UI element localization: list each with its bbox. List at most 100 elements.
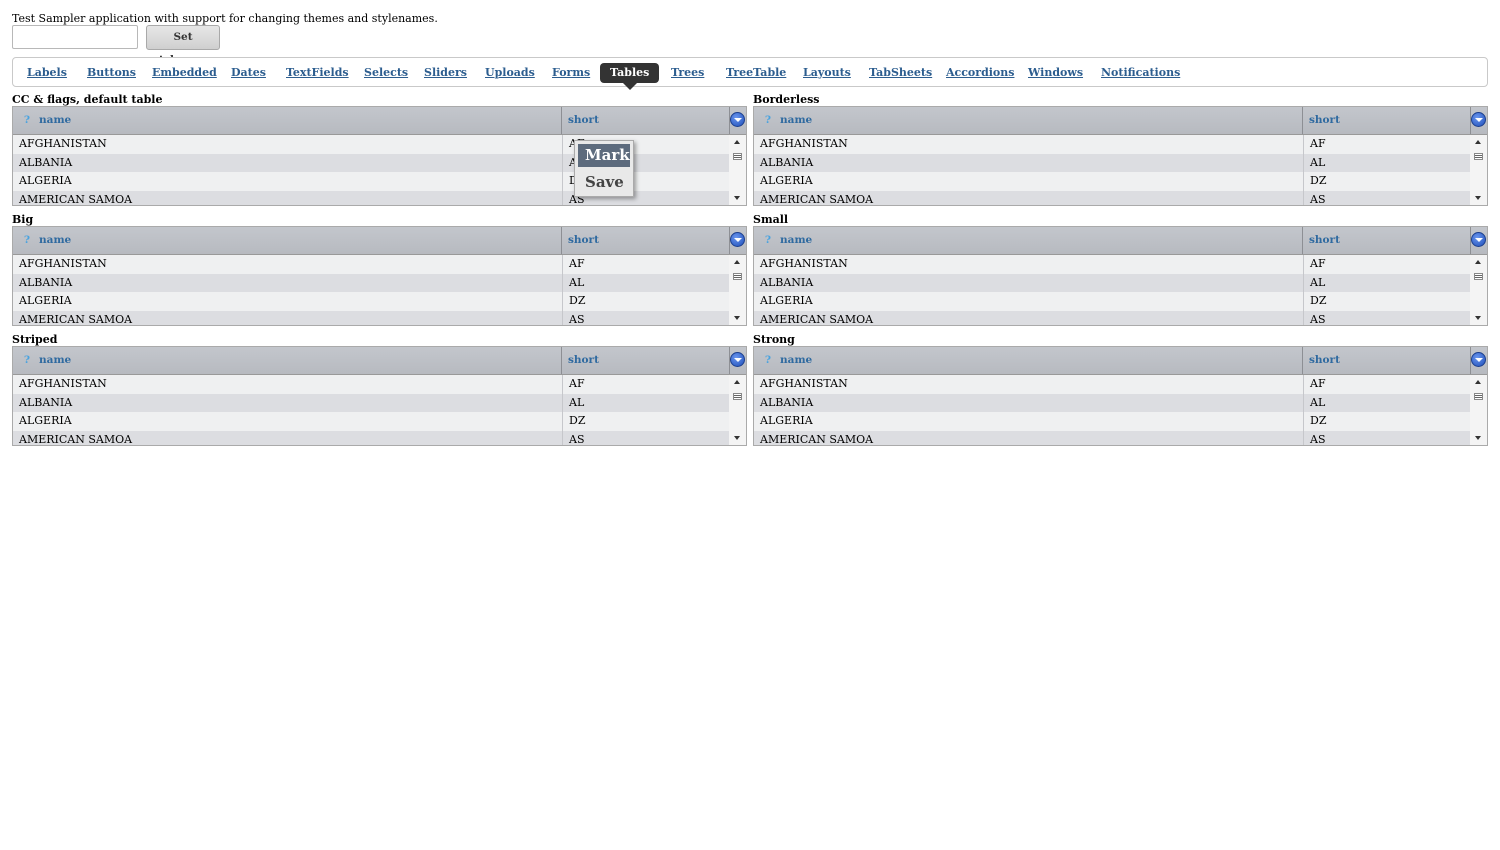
scroll-down-arrow-icon[interactable]: [1475, 316, 1481, 320]
context-menu-item-save[interactable]: Save: [578, 171, 630, 194]
scroll-up-arrow-icon[interactable]: [734, 260, 740, 264]
menu-item-dates[interactable]: Dates: [231, 66, 266, 79]
cell-name: AFGHANISTAN: [19, 377, 107, 390]
table-row[interactable]: AFGHANISTAN AF: [754, 135, 1470, 154]
stylename-input[interactable]: [12, 25, 138, 49]
cell-name: ALGERIA: [19, 414, 72, 427]
scroll-down-arrow-icon[interactable]: [734, 436, 740, 440]
menu-item-textfields[interactable]: TextFields: [286, 66, 349, 79]
cell-name: ALBANIA: [760, 275, 814, 289]
column-header-short[interactable]: short: [562, 347, 730, 374]
table-row[interactable]: ALGERIA DZ: [754, 292, 1470, 311]
column-header-short[interactable]: short: [1303, 347, 1471, 374]
column-header-name[interactable]: ? name: [754, 107, 1303, 134]
table-row[interactable]: AMERICAN SAMOA AS: [754, 310, 1470, 325]
column-header-name[interactable]: ? name: [754, 227, 1303, 254]
menu-item-buttons[interactable]: Buttons: [87, 66, 136, 79]
table-row[interactable]: AFGHANISTAN AF: [13, 375, 729, 394]
context-menu-item-mark[interactable]: Mark: [578, 144, 630, 167]
cell-name: ALGERIA: [19, 174, 72, 187]
column-header-short[interactable]: short: [1303, 107, 1471, 134]
menu-item-uploads[interactable]: Uploads: [485, 66, 535, 79]
column-selector-icon[interactable]: [1471, 232, 1486, 247]
menu-item-accordions[interactable]: Accordions: [946, 66, 1014, 79]
table-row[interactable]: AFGHANISTAN AF: [13, 255, 729, 274]
scroll-down-arrow-icon[interactable]: [1475, 436, 1481, 440]
scroll-down-arrow-icon[interactable]: [1475, 196, 1481, 200]
table-row[interactable]: AMERICAN SAMOA AS: [13, 430, 729, 446]
column-selector-icon[interactable]: [730, 232, 745, 247]
table-strong[interactable]: ? name short AFGHANISTAN AF ALBANIA AL ALGE…: [753, 346, 1488, 446]
table-row[interactable]: AFGHANISTAN AF: [754, 375, 1470, 394]
cell-short: DZ: [1303, 412, 1326, 431]
vertical-scrollbar[interactable]: [1470, 255, 1487, 325]
cell-short: AF: [1303, 135, 1326, 154]
table-striped[interactable]: ? name short AFGHANISTAN AF ALBANIA AL ALGE…: [12, 346, 747, 446]
column-header-short[interactable]: short: [562, 107, 730, 134]
scroll-thumb[interactable]: [733, 273, 742, 280]
column-selector-icon[interactable]: [1471, 112, 1486, 127]
table-default[interactable]: ?name short AFGHANISTANAF ALBANIAAL ALGE…: [12, 106, 747, 206]
table-row[interactable]: AFGHANISTAN AF: [754, 255, 1470, 274]
menu-item-treetable[interactable]: TreeTable: [726, 66, 786, 79]
menu-item-tabsheets[interactable]: TabSheets: [869, 66, 932, 79]
scroll-thumb[interactable]: [1474, 273, 1483, 280]
scroll-up-arrow-icon[interactable]: [734, 380, 740, 384]
table-big[interactable]: ? name short AFGHANISTAN AF ALBANIA AL ALGE…: [12, 226, 747, 326]
table-row[interactable]: ALGERIA DZ: [13, 412, 729, 431]
column-header-name[interactable]: ? name: [13, 227, 562, 254]
scroll-up-arrow-icon[interactable]: [1475, 140, 1481, 144]
table-header: ? name short: [13, 107, 746, 135]
table-row[interactable]: ALBANIA AL: [754, 393, 1470, 412]
table-row[interactable]: ALGERIA DZ: [754, 172, 1470, 191]
vertical-scrollbar[interactable]: [1470, 375, 1487, 445]
menu-item-tables[interactable]: Tables: [600, 63, 660, 90]
table-row[interactable]: ALGERIA DZ: [754, 412, 1470, 431]
column-header-short[interactable]: short: [562, 227, 730, 254]
table-borderless[interactable]: ? name short AFGHANISTAN AF ALBANIA AL ALGE…: [753, 106, 1488, 206]
menu-item-selects[interactable]: Selects: [364, 66, 408, 79]
menu-bar: Labels Buttons Embedded Dates TextFields…: [12, 57, 1488, 90]
menu-item-embedded[interactable]: Embedded: [152, 66, 217, 79]
scroll-thumb[interactable]: [1474, 393, 1483, 400]
column-selector-icon[interactable]: [1471, 352, 1486, 367]
table-row[interactable]: ALBANIA AL: [754, 153, 1470, 172]
table-row[interactable]: ALBANIA AL: [13, 393, 729, 412]
table-row[interactable]: AMERICAN SAMOA AS: [13, 310, 729, 325]
menu-item-forms[interactable]: Forms: [552, 66, 590, 79]
column-selector-icon[interactable]: [730, 112, 745, 127]
question-mark-icon: ?: [764, 354, 772, 366]
column-header-name[interactable]: ? name: [13, 107, 562, 134]
scroll-up-arrow-icon[interactable]: [1475, 380, 1481, 384]
table-row[interactable]: ALBANIA AL: [13, 273, 729, 292]
table-row[interactable]: ALGERIA DZ: [13, 292, 729, 311]
menu-item-trees[interactable]: Trees: [671, 66, 704, 79]
table-row[interactable]: ALBANIA AL: [754, 273, 1470, 292]
table-small[interactable]: ? name short AFGHANISTAN AF ALBANIA AL ALGE…: [753, 226, 1488, 326]
question-mark-icon: ?: [764, 114, 772, 126]
scroll-thumb[interactable]: [733, 153, 742, 160]
menu-item-layouts[interactable]: Layouts: [803, 66, 851, 79]
column-selector-icon[interactable]: [730, 352, 745, 367]
menu-item-sliders[interactable]: Sliders: [424, 66, 467, 79]
cell-name: AMERICAN SAMOA: [19, 432, 133, 446]
set-stylename-button[interactable]: Set stylename: [146, 25, 220, 66]
vertical-scrollbar[interactable]: [1470, 135, 1487, 205]
scroll-up-arrow-icon[interactable]: [734, 140, 740, 144]
menu-item-labels[interactable]: Labels: [27, 66, 67, 79]
menu-item-notifications[interactable]: Notifications: [1101, 66, 1180, 79]
scroll-down-arrow-icon[interactable]: [734, 316, 740, 320]
scroll-thumb[interactable]: [733, 393, 742, 400]
column-header-short[interactable]: short: [1303, 227, 1471, 254]
menu-item-windows[interactable]: Windows: [1028, 66, 1083, 79]
vertical-scrollbar[interactable]: [729, 135, 746, 205]
vertical-scrollbar[interactable]: [729, 375, 746, 445]
table-row[interactable]: AMERICAN SAMOA AS: [754, 430, 1470, 445]
table-row[interactable]: AMERICAN SAMOA AS: [754, 190, 1470, 205]
column-header-name[interactable]: ? name: [754, 347, 1303, 374]
column-header-name[interactable]: ? name: [13, 347, 562, 374]
scroll-thumb[interactable]: [1474, 153, 1483, 160]
scroll-up-arrow-icon[interactable]: [1475, 260, 1481, 264]
scroll-down-arrow-icon[interactable]: [734, 196, 740, 200]
vertical-scrollbar[interactable]: [729, 255, 746, 325]
